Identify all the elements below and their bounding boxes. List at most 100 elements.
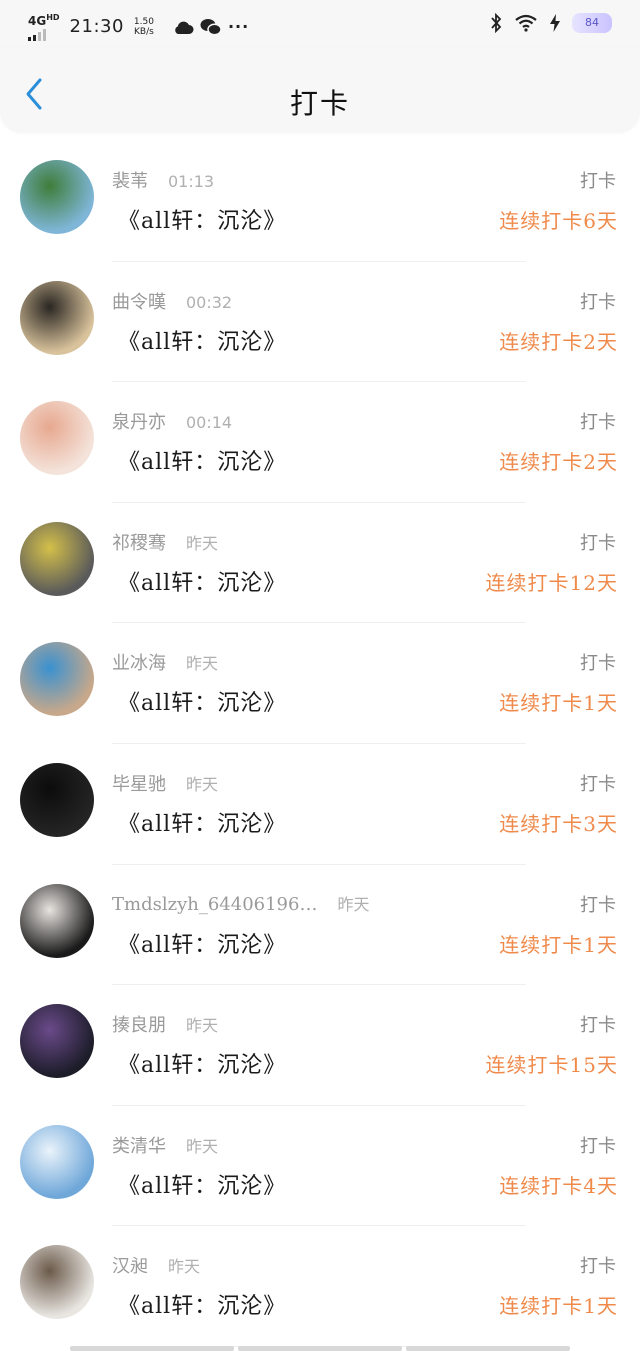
name-line: 揍良朋 昨天 — [112, 1011, 218, 1037]
checkin-time: 00:14 — [186, 413, 233, 433]
username[interactable]: 汉昶 — [112, 1252, 148, 1278]
status-left: 4GHD 21:30 1.50 KB/s ··· — [28, 12, 249, 41]
network-speed: 1.50 KB/s — [134, 17, 154, 37]
checkin-content: 《all轩：沉沦》 — [118, 450, 287, 476]
streak-label: 连续打卡12天 — [485, 570, 618, 595]
signal-icon — [28, 29, 60, 41]
checkin-label: 打卡 — [580, 1256, 616, 1278]
checkin-time: 昨天 — [186, 1016, 219, 1036]
name-line: 汉昶 昨天 — [112, 1252, 200, 1278]
list-item[interactable]: 裴苇 01:13 《all轩：沉沦》 打卡连续打卡6天 — [0, 141, 640, 262]
network-type: 4G — [28, 14, 47, 28]
name-line: 业冰海 昨天 — [112, 649, 218, 675]
streak-label: 连续打卡6天 — [499, 209, 618, 233]
checkin-label: 打卡 — [580, 653, 616, 675]
checkin-time: 昨天 — [186, 654, 219, 674]
checkin-time: 昨天 — [186, 774, 219, 794]
avatar[interactable] — [20, 160, 94, 234]
streak-label: 连续打卡1天 — [499, 932, 618, 957]
username[interactable]: Tmdslzyh_64406196… — [112, 894, 317, 915]
username[interactable]: 毕星驰 — [112, 770, 166, 796]
network-speed-value: 1.50 — [133, 16, 154, 27]
checkin-list: 裴苇 01:13 《all轩：沉沦》 打卡 连续打卡6天 曲令暵 00:32 《all轩：沉沦… — [0, 141, 640, 1347]
list-item[interactable]: 业冰海 昨天《all轩：沉沦》 打卡连续打卡1天 — [0, 623, 640, 744]
avatar[interactable] — [20, 280, 94, 355]
checkin-content: 《all轩：沉沦》 — [118, 932, 287, 958]
battery-indicator: 84 — [572, 13, 612, 33]
checkin-label: 打卡 — [580, 1135, 616, 1157]
avatar[interactable] — [20, 762, 94, 837]
list-item[interactable]: 曲令暵 00:32 《all轩：沉沦》 打卡连续打卡2天 — [0, 262, 640, 383]
name-line: Tmdslzyh_64406196… 昨天 — [112, 891, 369, 915]
username[interactable]: 裴苇 — [112, 167, 148, 193]
avatar[interactable] — [20, 1124, 94, 1199]
checkin-content: 《all轩：沉沦》 — [118, 1173, 287, 1199]
checkin-content: 《all轩：沉沦》 — [118, 329, 287, 355]
bluetooth-icon — [491, 13, 502, 33]
username[interactable]: 业冰海 — [112, 649, 166, 675]
cloud-icon — [175, 21, 194, 34]
home-indicator — [70, 1346, 570, 1351]
username[interactable]: 泉丹亦 — [112, 408, 166, 434]
checkin-time: 00:32 — [186, 292, 233, 312]
streak-label: 连续打卡3天 — [499, 811, 618, 836]
streak-label: 连续打卡1天 — [499, 1294, 618, 1319]
name-line: 祁稷骞 昨天 — [112, 529, 218, 555]
checkin-time: 昨天 — [337, 894, 370, 914]
clock: 21:30 — [69, 16, 124, 37]
checkin-label: 打卡 — [580, 171, 616, 192]
username[interactable]: 揍良朋 — [112, 1011, 166, 1037]
checkin-time: 昨天 — [186, 1136, 219, 1156]
checkin-content: 《all轩：沉沦》 — [118, 570, 287, 596]
name-line: 泉丹亦 00:14 — [112, 408, 232, 434]
avatar[interactable] — [20, 401, 94, 476]
checkin-label: 打卡 — [580, 532, 616, 554]
avatar[interactable] — [20, 883, 94, 958]
name-line: 裴苇 01:13 — [112, 167, 214, 193]
list-item[interactable]: Tmdslzyh_64406196… 昨天《all轩：沉沦》 打卡连续打卡1天 — [0, 865, 640, 986]
checkin-content: 《all轩：沉沦》 — [118, 1294, 287, 1320]
status-right: 84 — [490, 13, 612, 33]
list-item[interactable]: 类清华 昨天《all轩：沉沦》 打卡连续打卡4天 — [0, 1106, 640, 1227]
list-item[interactable]: 汉昶 昨天《all轩：沉沦》 打卡连续打卡1天 — [0, 1226, 640, 1347]
wechat-icon — [200, 18, 222, 35]
checkin-content: 《all轩：沉沦》 — [118, 811, 287, 837]
list-item[interactable]: 泉丹亦 00:14 《all轩：沉沦》 打卡连续打卡2天 — [0, 382, 640, 503]
wifi-icon — [515, 14, 537, 32]
checkin-content: 《all轩：沉沦》 — [118, 209, 287, 234]
streak-label: 连续打卡2天 — [499, 450, 618, 475]
avatar[interactable] — [20, 1004, 94, 1079]
username[interactable]: 祁稷骞 — [112, 529, 166, 555]
streak-label: 连续打卡15天 — [485, 1053, 618, 1078]
page-title: 打卡 — [289, 87, 350, 120]
checkin-label: 打卡 — [580, 412, 616, 434]
name-line: 毕星驰 昨天 — [112, 770, 218, 796]
streak-label: 连续打卡2天 — [499, 329, 618, 354]
checkin-content: 《all轩：沉沦》 — [118, 1053, 287, 1079]
checkin-label: 打卡 — [580, 291, 616, 313]
checkin-time: 昨天 — [168, 1257, 201, 1277]
avatar[interactable] — [20, 1245, 94, 1320]
checkin-content: 《all轩：沉沦》 — [118, 691, 287, 717]
status-bar: 4GHD 21:30 1.50 KB/s ··· 84 — [0, 0, 640, 48]
checkin-label: 打卡 — [580, 773, 616, 795]
name-line: 类清华 昨天 — [112, 1132, 218, 1158]
checkin-label: 打卡 — [580, 1015, 616, 1037]
more-dots-icon: ··· — [227, 17, 250, 36]
avatar[interactable] — [20, 521, 94, 596]
list-item[interactable]: 毕星驰 昨天《all轩：沉沦》 打卡连续打卡3天 — [0, 744, 640, 865]
list-item[interactable]: 祁稷骞 昨天《all轩：沉沦》 打卡连续打卡12天 — [0, 503, 640, 624]
checkin-label: 打卡 — [580, 894, 616, 916]
streak-label: 连续打卡4天 — [499, 1173, 618, 1198]
charging-icon — [550, 14, 560, 32]
list-item[interactable]: 揍良朋 昨天《all轩：沉沦》 打卡连续打卡15天 — [0, 985, 640, 1106]
network-speed-unit: KB/s — [134, 26, 154, 37]
username[interactable]: 类清华 — [112, 1132, 166, 1158]
header: 打卡 — [0, 48, 640, 132]
name-line: 曲令暵 00:32 — [112, 288, 232, 314]
streak-label: 连续打卡1天 — [499, 691, 618, 716]
avatar[interactable] — [20, 642, 94, 717]
network-hd: HD — [46, 13, 60, 22]
username[interactable]: 曲令暵 — [112, 288, 166, 314]
checkin-time: 昨天 — [186, 533, 219, 553]
